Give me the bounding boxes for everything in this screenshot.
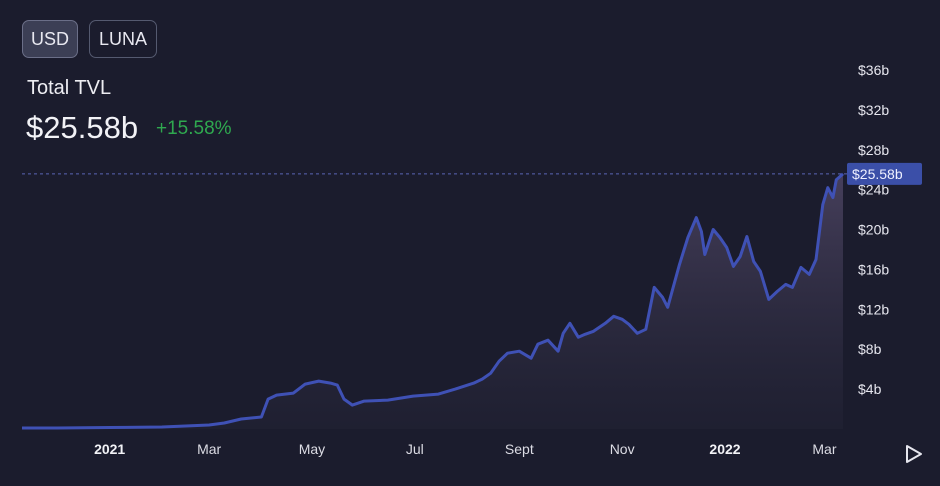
x-tick-label: Jul [406, 441, 424, 457]
y-tick-label: $20b [858, 222, 889, 238]
x-tick-label: Nov [610, 441, 635, 457]
x-tick-label: May [299, 441, 325, 457]
y-axis: $4b$8b$12b$16b$20b$24b$28b$32b$36b [858, 62, 889, 397]
x-tick-label: Mar [812, 441, 836, 457]
y-tick-label: $36b [858, 62, 889, 78]
play-icon[interactable] [904, 443, 924, 465]
y-tick-label: $12b [858, 301, 889, 317]
current-value-tag: $25.58b [847, 162, 922, 185]
x-tick-label: Sept [505, 441, 534, 457]
tvl-area [22, 173, 843, 429]
x-tick-label: 2022 [709, 441, 740, 457]
x-axis: 2021 Mar May Jul Sept Nov 2022 Mar [94, 441, 837, 457]
x-tick-label: Mar [197, 441, 221, 457]
current-value-tag-label: $25.58b [852, 166, 903, 182]
y-tick-label: $16b [858, 261, 889, 277]
y-tick-label: $28b [858, 142, 889, 158]
tvl-chart: $4b$8b$12b$16b$20b$24b$28b$32b$36b 2021 M… [22, 62, 922, 457]
y-tick-label: $4b [858, 381, 882, 397]
y-tick-label: $32b [858, 102, 889, 118]
y-tick-label: $8b [858, 341, 882, 357]
x-tick-label: 2021 [94, 441, 125, 457]
